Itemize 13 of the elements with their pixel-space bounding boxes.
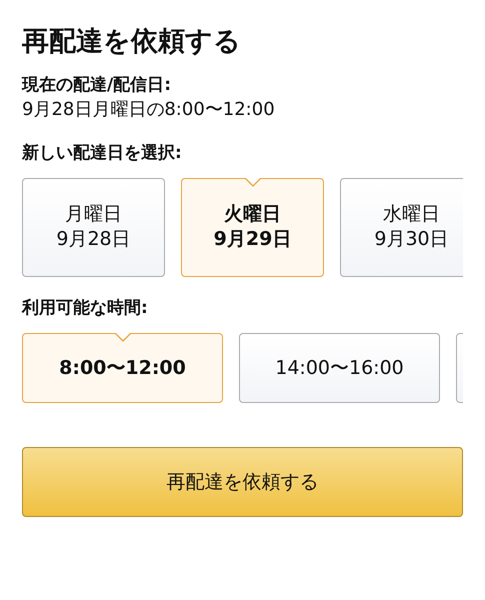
- notch-icon: [244, 178, 260, 187]
- current-date-label: 現在の配達/配信日:: [22, 74, 172, 96]
- time-slot-option[interactable]: 14:00〜16:00: [239, 333, 440, 404]
- date-section-label: 新しい配達日を選択:: [22, 142, 183, 164]
- time-slot-option[interactable]: 8:00〜12:00: [22, 333, 223, 404]
- date-option[interactable]: 月曜日 9月28日: [22, 178, 165, 277]
- request-redelivery-button[interactable]: 再配達を依頼する: [22, 447, 463, 518]
- date-option[interactable]: 水曜日 9月30日: [340, 178, 463, 277]
- time-section-label: 利用可能な時間:: [22, 296, 149, 320]
- current-date-value: 9月28日月曜日の8:00〜12:00: [22, 98, 276, 122]
- notch-icon: [114, 333, 130, 342]
- page-title: 再配達を依頼する: [22, 26, 242, 58]
- date-option[interactable]: 火曜日 9月29日: [181, 178, 324, 277]
